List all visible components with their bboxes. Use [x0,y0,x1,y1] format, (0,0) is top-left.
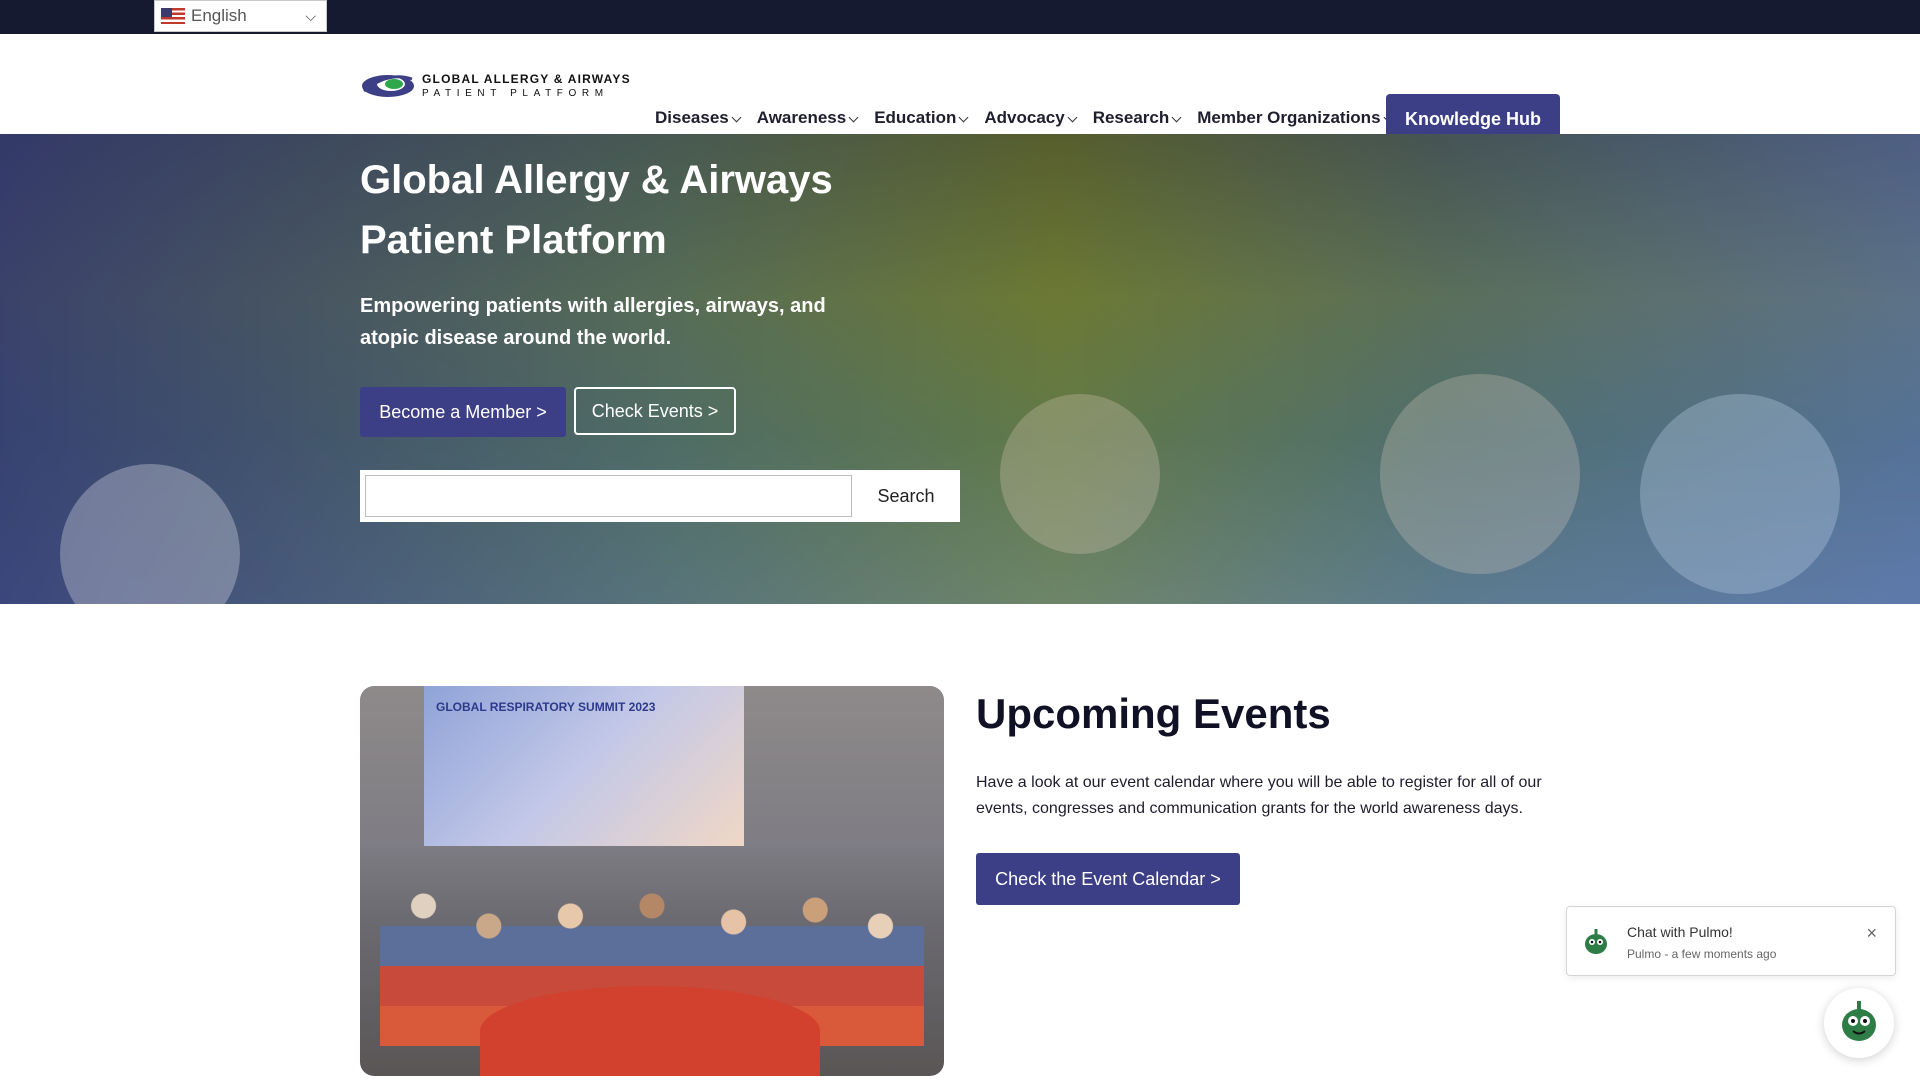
event-photo-table [480,986,820,1076]
nav-item-member-organizations[interactable]: Member Organizations [1197,108,1393,128]
nav-label: Diseases [655,108,729,127]
chevron-down-icon [1171,112,1182,122]
chat-subtitle: Pulmo - a few moments ago [1627,947,1777,961]
hero-title: Global Allergy & Airways Patient Platfor… [360,158,833,262]
nav-label: Education [874,108,957,127]
chat-popup[interactable]: Chat with Pulmo! Pulmo - a few moments a… [1566,906,1896,976]
events-title: Upcoming Events [976,690,1331,737]
us-flag-icon [161,8,185,24]
logo-title: GLOBAL ALLERGY & AIRWAYS [422,71,631,86]
logo-text: GLOBAL ALLERGY & AIRWAYS PATIENT PLATFOR… [422,72,631,99]
nav-item-research[interactable]: Research [1092,108,1182,128]
chevron-down-icon [848,112,859,122]
nav-item-diseases[interactable]: Diseases [655,108,742,128]
chevron-down-icon: ⌵ [305,8,316,24]
language-label: English [191,6,247,25]
events-description: Have a look at our event calendar where … [976,774,1542,817]
close-icon[interactable]: × [1866,923,1877,944]
nav-item-advocacy[interactable]: Advocacy [984,108,1078,128]
search-form: Search [360,470,960,522]
chat-launcher-button[interactable] [1824,988,1894,1058]
chevron-down-icon [731,112,742,122]
chevron-down-icon [958,112,969,122]
search-input[interactable] [365,475,852,517]
logo-subtitle: PATIENT PLATFORM [422,87,609,99]
nav-label: Awareness [756,108,847,127]
nav-item-awareness[interactable]: Awareness [756,108,859,128]
nav-item-education[interactable]: Education [874,108,969,128]
hero-photo-figure [1640,394,1840,594]
check-events-button[interactable]: Check Events > [574,387,736,435]
language-selector[interactable]: English ⌵ [154,0,327,32]
logo-icon [360,69,416,101]
event-photo-screen: GLOBAL RESPIRATORY SUMMIT 2023 [424,686,744,846]
nav-label: Member Organizations [1197,108,1381,127]
pulmo-mascot-icon [1833,995,1885,1052]
site-header: GLOBAL ALLERGY & AIRWAYS PATIENT PLATFOR… [0,34,1920,144]
hero-photo-figure [1380,374,1580,574]
event-photo-screen-text: GLOBAL RESPIRATORY SUMMIT 2023 [436,700,656,714]
hero-subtitle: Empowering patients with allergies, airw… [360,295,826,349]
nav-label: Advocacy [984,108,1065,127]
event-photo: GLOBAL RESPIRATORY SUMMIT 2023 [360,686,944,1076]
hero-banner [0,134,1920,604]
nav-label: Research [1092,108,1170,127]
pulmo-avatar-icon [1581,927,1611,957]
hero-photo-figure [1000,394,1160,554]
search-button[interactable]: Search [852,470,960,522]
event-calendar-button[interactable]: Check the Event Calendar > [976,853,1240,905]
chevron-down-icon [1067,112,1078,122]
hero-photo-figure [60,464,240,604]
become-member-button[interactable]: Become a Member > [360,387,566,437]
site-logo[interactable]: GLOBAL ALLERGY & AIRWAYS PATIENT PLATFOR… [360,68,635,102]
top-bar: English ⌵ [0,0,1920,34]
chat-title: Chat with Pulmo! [1627,924,1733,940]
